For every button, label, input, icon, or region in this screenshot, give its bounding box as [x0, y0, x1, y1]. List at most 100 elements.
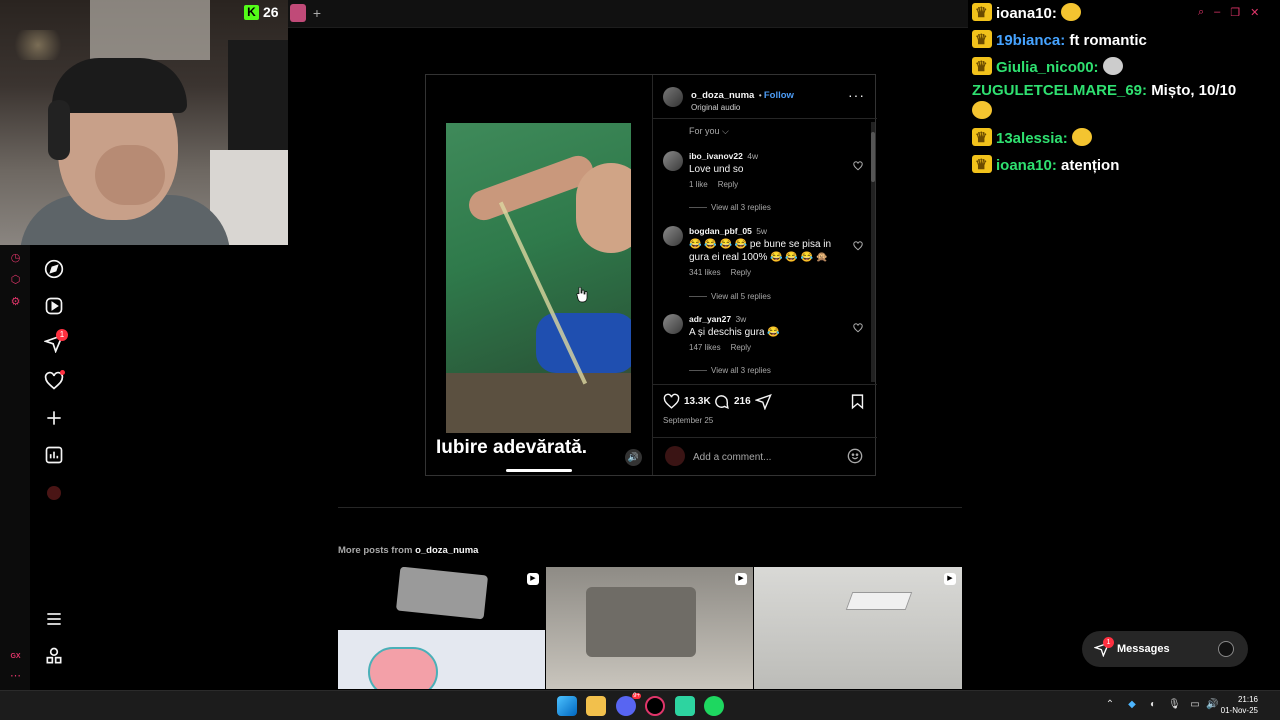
- comments-list[interactable]: For you ⌵ ibo_ivanov22 4w Love und so 1 …: [653, 120, 877, 385]
- follow-button[interactable]: Follow: [764, 90, 794, 101]
- comment-bubble-icon[interactable]: [713, 393, 730, 410]
- like-button[interactable]: 13.3K: [663, 393, 711, 410]
- file-explorer-icon[interactable]: [586, 696, 606, 716]
- webcam-overlay: K 26: [0, 0, 288, 245]
- microphone-icon[interactable]: 🎙: [1168, 699, 1181, 711]
- chat-username: ioana10:: [996, 5, 1057, 22]
- comment-username[interactable]: adr_yan27: [689, 314, 731, 324]
- search-icon[interactable]: ⌕: [1198, 6, 1204, 19]
- notifications-heart-icon[interactable]: [44, 370, 65, 391]
- spotify-icon[interactable]: [704, 696, 724, 716]
- tray-app-icon[interactable]: ◆: [1126, 699, 1138, 711]
- system-clock[interactable]: 21:16 01-Nov-25: [1221, 694, 1258, 716]
- emoji-icon[interactable]: [847, 448, 863, 464]
- author-avatar[interactable]: [663, 87, 683, 107]
- comment-likes[interactable]: 341 likes: [689, 268, 721, 277]
- app-icon[interactable]: [675, 696, 695, 716]
- more-options-icon[interactable]: ⋯: [9, 670, 22, 683]
- chat-message: Giulia_nico00:: [972, 56, 1267, 78]
- more-posts-username[interactable]: o_doza_numa: [415, 545, 478, 556]
- create-icon[interactable]: [44, 408, 64, 428]
- view-replies-link[interactable]: View all 3 replies: [689, 203, 771, 212]
- post-date[interactable]: September 25: [663, 416, 713, 425]
- commenter-avatar[interactable]: [663, 314, 683, 334]
- chat-message: 19bianca: ft romantic: [972, 29, 1267, 51]
- scrollbar-thumb[interactable]: [871, 132, 875, 182]
- like-comment-icon[interactable]: [853, 161, 863, 171]
- post-thumbnail[interactable]: ▶: [546, 567, 753, 689]
- save-button[interactable]: [849, 393, 866, 410]
- share-icon[interactable]: [755, 393, 772, 410]
- minimize-icon[interactable]: –: [1214, 6, 1220, 19]
- post-media[interactable]: Iubire adevărată. 🔊: [426, 75, 652, 475]
- bookmark-icon[interactable]: [849, 393, 866, 410]
- explore-icon[interactable]: [44, 259, 64, 279]
- chat-username: Giulia_nico00:: [996, 59, 1099, 76]
- comment-text: A și deschis gura 😂: [689, 327, 780, 338]
- reels-icon[interactable]: [44, 296, 64, 316]
- reel-video[interactable]: [446, 123, 631, 433]
- reply-button[interactable]: Reply: [731, 343, 751, 352]
- like-comment-icon[interactable]: [853, 323, 863, 333]
- post-thumbnail[interactable]: ▶: [338, 567, 545, 689]
- settings-icon[interactable]: ⚙: [9, 296, 22, 309]
- network-icon[interactable]: ▭: [1189, 699, 1201, 711]
- webcam-monitor: [228, 40, 288, 150]
- add-comment-bar: Add a comment...: [653, 437, 877, 475]
- comment-username[interactable]: bogdan_pbf_05: [689, 226, 752, 236]
- messages-button[interactable]: 1 Messages: [1082, 631, 1248, 667]
- profile-avatar-icon[interactable]: [44, 483, 64, 503]
- commenter-avatar[interactable]: [663, 151, 683, 171]
- reply-button[interactable]: Reply: [718, 180, 738, 189]
- comment-username[interactable]: ibo_ivanov22: [689, 151, 743, 161]
- heart-icon[interactable]: [663, 393, 680, 410]
- menu-hamburger-icon[interactable]: [44, 609, 64, 629]
- author-username[interactable]: o_doza_numa: [691, 90, 754, 101]
- gx-corner-label[interactable]: GX: [9, 650, 22, 663]
- share-button[interactable]: [755, 393, 772, 410]
- comments-scrollbar[interactable]: [871, 122, 875, 382]
- chat-text: Mișto, 10/10: [1151, 82, 1237, 99]
- thumbnail-illustration: [368, 647, 438, 689]
- streamer-headset: [48, 100, 70, 160]
- comment-button[interactable]: 216: [713, 393, 751, 410]
- reel-icon: ▶: [527, 573, 539, 585]
- browser-tab[interactable]: [290, 4, 306, 22]
- volume-tray-icon[interactable]: 🔊: [1206, 699, 1218, 711]
- opera-gx-icon[interactable]: [645, 696, 665, 716]
- direct-messages-icon[interactable]: 1: [44, 329, 68, 353]
- video-progress-bar[interactable]: [506, 469, 572, 472]
- chat-username: ZUGULETCELMARE_69:: [972, 82, 1148, 99]
- comment-likes[interactable]: 1 like: [689, 180, 708, 189]
- commenter-avatar[interactable]: [663, 226, 683, 246]
- also-from-meta-icon[interactable]: [44, 646, 64, 666]
- comment-likes[interactable]: 147 likes: [689, 343, 721, 352]
- volume-icon[interactable]: 🔊: [625, 449, 642, 466]
- clock-date: 01-Nov-25: [1220, 706, 1258, 715]
- show-hidden-icons-icon[interactable]: ⌃: [1104, 699, 1116, 711]
- discord-icon[interactable]: 9+: [616, 693, 641, 716]
- post-thumbnail[interactable]: ▶: [754, 567, 962, 689]
- new-tab-button[interactable]: +: [310, 6, 324, 20]
- dashboard-icon[interactable]: [44, 445, 64, 465]
- tray-discord-icon[interactable]: ◐: [1147, 699, 1159, 711]
- thumbnail-ceiling-light: [845, 592, 913, 610]
- notification-badge: 1: [56, 329, 68, 341]
- close-icon[interactable]: ✕: [1250, 6, 1259, 19]
- view-replies-link[interactable]: View all 3 replies: [689, 366, 771, 375]
- history-icon[interactable]: ◷: [9, 252, 22, 265]
- smile-emote-icon: [972, 101, 992, 119]
- sort-dropdown[interactable]: For you ⌵: [689, 126, 729, 137]
- restore-icon[interactable]: ❐: [1230, 6, 1240, 19]
- windows-start-icon[interactable]: [557, 696, 577, 716]
- reply-button[interactable]: Reply: [731, 268, 751, 277]
- messages-badge: 1: [1103, 637, 1114, 648]
- like-comment-icon[interactable]: [853, 241, 863, 251]
- audio-label[interactable]: Original audio: [691, 103, 794, 112]
- view-replies-link[interactable]: View all 5 replies: [689, 292, 771, 301]
- extensions-icon[interactable]: ⬡: [9, 274, 22, 287]
- add-comment-input[interactable]: Add a comment...: [693, 452, 771, 463]
- like-count[interactable]: 13.3K: [684, 396, 711, 407]
- messages-avatar: [1218, 641, 1234, 657]
- more-options-icon[interactable]: ···: [848, 87, 865, 103]
